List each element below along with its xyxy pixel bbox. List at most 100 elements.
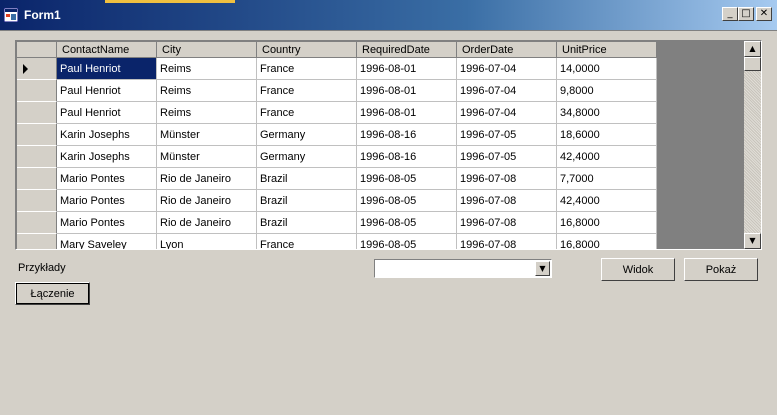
table-cell[interactable]: 16,8000 [557,212,657,234]
row-header[interactable] [17,58,57,80]
column-header-requireddate[interactable]: RequiredDate [357,42,457,58]
table-cell[interactable]: 1996-07-05 [457,146,557,168]
table-cell[interactable]: 18,6000 [557,124,657,146]
title-bar[interactable]: Form1 _ □ ✕ [0,0,777,31]
table-row[interactable]: Paul Henriot Reims France 1996-08-01 1996-07… [17,80,657,102]
column-header-unitprice[interactable]: UnitPrice [557,42,657,58]
table-cell[interactable]: 1996-08-01 [357,102,457,124]
table-cell[interactable]: 1996-07-05 [457,124,557,146]
table-row[interactable]: Mario Pontes Rio de Janeiro Brazil 1996-08-… [17,168,657,190]
row-header[interactable] [17,212,57,234]
table-cell[interactable]: 14,0000 [557,58,657,80]
table-cell[interactable]: Mario Pontes [57,168,157,190]
column-header-country[interactable]: Country [257,42,357,58]
table-cell[interactable]: France [257,102,357,124]
table-cell[interactable]: Mary Saveley [57,234,157,249]
table-cell[interactable]: 1996-07-08 [457,168,557,190]
table-cell[interactable]: Brazil [257,168,357,190]
table-row[interactable]: Mary Saveley Lyon France 1996-08-05 1996-07-… [17,234,657,249]
header-corner[interactable] [17,42,57,58]
table-cell[interactable]: Brazil [257,212,357,234]
view-button[interactable]: Widok [601,258,675,281]
row-header[interactable] [17,190,57,212]
table-cell[interactable]: Reims [157,58,257,80]
table-row[interactable]: Karin Josephs Münster Germany 1996-08-16 199… [17,146,657,168]
table-cell[interactable]: Rio de Janeiro [157,212,257,234]
table-cell[interactable]: 1996-07-04 [457,58,557,80]
table-cell[interactable]: 1996-07-08 [457,234,557,249]
vertical-scrollbar[interactable]: ▲ ▼ [744,41,761,249]
table-cell[interactable]: Paul Henriot [57,102,157,124]
table-cell[interactable]: 1996-08-16 [357,124,457,146]
table-cell[interactable]: Lyon [157,234,257,249]
table-cell[interactable]: 9,8000 [557,80,657,102]
table-cell[interactable]: Brazil [257,190,357,212]
column-header-contactname[interactable]: ContactName [57,42,157,58]
table-cell[interactable]: 42,4000 [557,190,657,212]
table-cell[interactable]: 1996-08-01 [357,80,457,102]
column-header-orderdate[interactable]: OrderDate [457,42,557,58]
table-cell[interactable]: Karin Josephs [57,146,157,168]
maximize-icon: □ [741,8,751,19]
table-cell[interactable]: Münster [157,124,257,146]
table-cell[interactable]: France [257,80,357,102]
table-cell[interactable]: 1996-08-05 [357,234,457,249]
scroll-thumb[interactable] [744,57,761,71]
table-cell[interactable]: Mario Pontes [57,190,157,212]
form-app-icon[interactable] [4,8,18,22]
examples-combo[interactable]: ▼ [374,259,552,278]
table-cell[interactable]: Reims [157,102,257,124]
table-cell[interactable]: Rio de Janeiro [157,168,257,190]
row-header[interactable] [17,80,57,102]
scroll-down-button[interactable]: ▼ [744,233,761,249]
table-cell[interactable]: Mario Pontes [57,212,157,234]
table-cell[interactable]: Münster [157,146,257,168]
chevron-down-icon: ▼ [539,264,546,273]
table-row[interactable]: Paul Henriot Reims France 1996-08-01 1996-07… [17,102,657,124]
row-header[interactable] [17,124,57,146]
row-header[interactable] [17,234,57,249]
scroll-up-button[interactable]: ▲ [744,41,761,57]
data-grid[interactable]: ContactName City Country RequiredDate OrderD… [15,40,762,250]
table-cell[interactable]: Germany [257,124,357,146]
row-header[interactable] [17,168,57,190]
table-cell[interactable]: France [257,234,357,249]
table-cell[interactable]: 1996-07-04 [457,102,557,124]
table-cell[interactable]: 1996-07-08 [457,212,557,234]
join-button[interactable]: Łączenie [15,282,90,305]
table-cell[interactable]: 42,4000 [557,146,657,168]
table-cell[interactable]: 1996-08-05 [357,168,457,190]
row-header[interactable] [17,146,57,168]
table-cell[interactable]: Germany [257,146,357,168]
grid-body: ContactName City Country RequiredDate OrderD… [17,42,657,249]
table-cell[interactable]: 1996-08-05 [357,190,457,212]
table-cell[interactable]: 16,8000 [557,234,657,249]
table-row[interactable]: Mario Pontes Rio de Janeiro Brazil 1996-08-… [17,190,657,212]
taskbar-strip [105,0,235,3]
table-cell[interactable]: 1996-07-08 [457,190,557,212]
table-cell[interactable]: Paul Henriot [57,58,157,80]
table-cell[interactable]: 1996-07-04 [457,80,557,102]
row-header[interactable] [17,102,57,124]
table-cell[interactable]: 34,8000 [557,102,657,124]
table-row[interactable]: Karin Josephs Münster Germany 1996-08-16 199… [17,124,657,146]
table-cell[interactable]: 1996-08-05 [357,212,457,234]
maximize-button[interactable]: □ [738,7,754,21]
table-cell[interactable]: 1996-08-16 [357,146,457,168]
table-cell[interactable]: 1996-08-01 [357,58,457,80]
table-cell[interactable]: 7,7000 [557,168,657,190]
table-cell[interactable]: Karin Josephs [57,124,157,146]
show-button[interactable]: Pokaż [684,258,758,281]
table-cell[interactable]: France [257,58,357,80]
table-cell[interactable]: Rio de Janeiro [157,190,257,212]
close-button[interactable]: ✕ [756,7,772,21]
column-header-city[interactable]: City [157,42,257,58]
minimize-icon: _ [727,8,733,19]
current-row-indicator-icon [23,64,28,74]
table-cell[interactable]: Reims [157,80,257,102]
table-row[interactable]: Paul Henriot Reims France 1996-08-01 1996-07… [17,58,657,80]
minimize-button[interactable]: _ [722,7,738,21]
table-cell[interactable]: Paul Henriot [57,80,157,102]
table-row[interactable]: Mario Pontes Rio de Janeiro Brazil 1996-08-… [17,212,657,234]
combo-dropdown-button[interactable]: ▼ [535,261,550,276]
